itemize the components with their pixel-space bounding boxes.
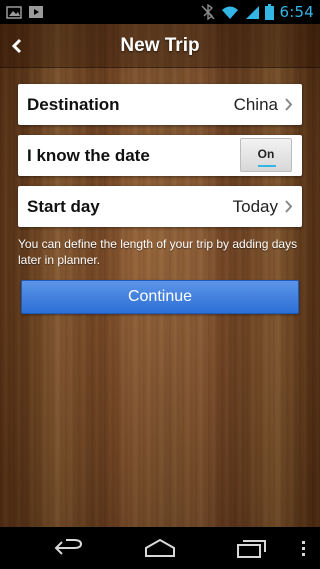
know-date-label: I know the date (27, 146, 150, 165)
wifi-icon (221, 6, 238, 19)
hint-text: You can define the length of your trip b… (18, 237, 298, 267)
page-title: New Trip (120, 35, 200, 56)
status-bar: 6:54 (0, 0, 320, 24)
chevron-right-icon (285, 98, 293, 111)
know-date-row: I know the date On (18, 135, 302, 176)
overflow-menu-icon[interactable] (300, 536, 306, 560)
signal-icon (245, 6, 259, 19)
toggle-state-text: On (257, 147, 275, 161)
start-day-row[interactable]: Start day Today (18, 186, 302, 227)
back-nav-icon[interactable] (52, 536, 84, 560)
battery-icon (264, 4, 274, 20)
clock: 6:54 (279, 3, 314, 21)
toggle-indicator (258, 165, 276, 167)
media-notification-icon (29, 6, 43, 18)
navigation-bar (0, 527, 320, 569)
home-nav-icon[interactable] (143, 536, 177, 560)
start-day-label: Start day (27, 197, 100, 216)
continue-button[interactable]: Continue (21, 280, 299, 314)
action-bar: New Trip (0, 24, 320, 68)
recents-nav-icon[interactable] (236, 536, 268, 560)
know-date-toggle[interactable]: On (240, 138, 292, 172)
destination-row[interactable]: Destination China (18, 84, 302, 125)
bluetooth-off-icon (201, 4, 215, 20)
destination-label: Destination (27, 95, 120, 114)
destination-value: China (233, 95, 278, 114)
image-notification-icon (6, 6, 22, 19)
chevron-right-icon (285, 200, 293, 213)
start-day-value: Today (232, 197, 278, 216)
